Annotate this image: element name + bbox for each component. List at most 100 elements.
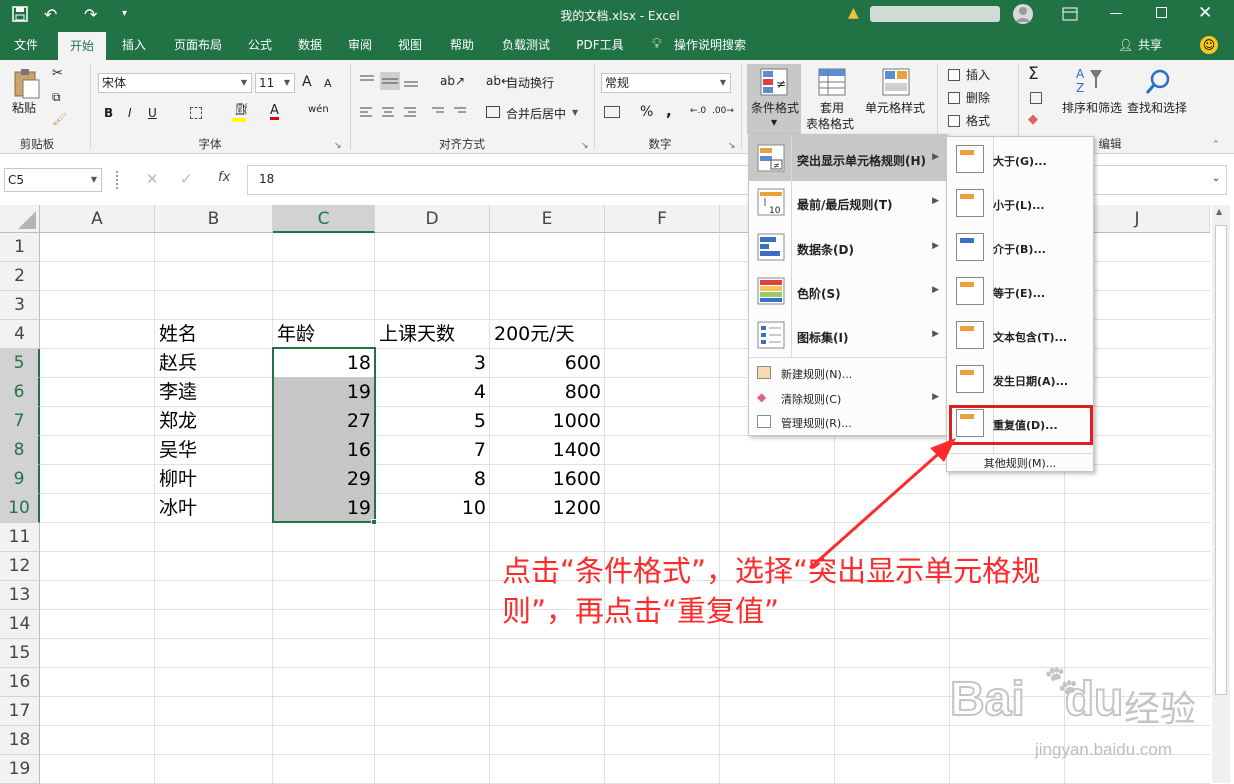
tab-page-layout[interactable]: 页面布局	[166, 30, 230, 60]
format-painter-icon[interactable]: 🖌︎	[52, 112, 67, 126]
autosum-icon[interactable]: Σ	[1028, 64, 1039, 84]
font-color-icon[interactable]: A	[270, 104, 279, 120]
cell-c5[interactable]: 18	[273, 349, 375, 378]
sort-filter-button[interactable]: 排序和筛选	[1062, 98, 1122, 118]
expand-formula-icon[interactable]: ⌄	[1212, 173, 1220, 184]
save-icon[interactable]	[12, 6, 28, 22]
fill-bucket-icon[interactable]: ⛽︎	[234, 102, 249, 116]
undo-icon[interactable]: ↶	[44, 5, 57, 24]
submenu-item-eq[interactable]: 等于(E)...	[947, 277, 1093, 307]
row-header-4[interactable]: 4	[0, 320, 40, 349]
orientation-icon[interactable]: ab↗	[440, 74, 465, 88]
find-select-button[interactable]: 查找和选择	[1127, 98, 1187, 118]
column-header-f[interactable]: F	[605, 205, 720, 233]
chevron-down-icon[interactable]: ▼	[87, 169, 101, 191]
row-header-17[interactable]: 17	[0, 697, 40, 726]
submenu-item-date[interactable]: 发生日期(A)...	[947, 365, 1093, 395]
wrap-text-button[interactable]: 自动换行	[506, 73, 554, 93]
grow-font-icon[interactable]: A	[302, 74, 312, 90]
row-header-6[interactable]: 6	[0, 378, 40, 407]
column-header-a[interactable]: A	[40, 205, 155, 233]
cell-d8[interactable]: 7	[375, 436, 490, 465]
submenu-item-lt[interactable]: 小于(L)...	[947, 189, 1093, 219]
tab-pdf-tools[interactable]: PDF工具	[570, 30, 630, 60]
collapse-ribbon-icon[interactable]: ⌃	[1212, 140, 1220, 150]
cell-b7[interactable]: 郑龙	[155, 407, 273, 436]
cell-e4[interactable]: 200元/天	[490, 320, 605, 349]
cell-d4[interactable]: 上课天数	[375, 320, 490, 349]
cell-c4[interactable]: 年龄	[273, 320, 375, 349]
menu-item-highlight-rules[interactable]: ≠ 突出显示单元格规则(H) ▶	[749, 144, 947, 174]
ribbon-display-icon[interactable]	[1062, 7, 1078, 21]
row-header-19[interactable]: 19	[0, 755, 40, 784]
cell-e10[interactable]: 1200	[490, 494, 605, 523]
cell-e7[interactable]: 1000	[490, 407, 605, 436]
menu-item-color-scales[interactable]: 色阶(S) ▶	[749, 277, 947, 307]
paste-icon[interactable]	[12, 68, 42, 100]
vertical-align-icons[interactable]	[358, 72, 438, 90]
row-header-3[interactable]: 3	[0, 291, 40, 320]
cell-d9[interactable]: 8	[375, 465, 490, 494]
warning-icon[interactable]: ▲	[848, 5, 859, 21]
column-header-e[interactable]: E	[490, 205, 605, 233]
submenu-item-between[interactable]: 介于(B)...	[947, 233, 1093, 263]
cell-e9[interactable]: 1600	[490, 465, 605, 494]
dialog-launcher-icon[interactable]: ↘	[334, 141, 342, 151]
horizontal-align-icons[interactable]	[358, 106, 468, 120]
table-format-label2[interactable]: 表格格式	[806, 114, 854, 134]
cell-styles-button[interactable]: 单元格样式	[865, 98, 925, 118]
shrink-font-icon[interactable]: A	[324, 77, 332, 90]
decrease-decimal-icon[interactable]: .00→	[712, 106, 734, 116]
column-header-b[interactable]: B	[155, 205, 273, 233]
currency-icon[interactable]	[604, 106, 620, 118]
copy-icon[interactable]: ⧉	[52, 90, 61, 105]
tab-insert[interactable]: 插入	[112, 30, 156, 60]
submenu-item-text[interactable]: 文本包含(T)...	[947, 321, 1093, 351]
menu-item-new-rule[interactable]: 新建规则(N)...	[749, 363, 947, 383]
row-header-12[interactable]: 12	[0, 552, 40, 581]
cell-d10[interactable]: 10	[375, 494, 490, 523]
font-size-combo[interactable]: 11 ▼	[255, 73, 295, 93]
cell-b9[interactable]: 柳叶	[155, 465, 273, 494]
tab-data[interactable]: 数据	[290, 30, 330, 60]
paste-button[interactable]: 粘贴	[12, 98, 36, 118]
row-header-13[interactable]: 13	[0, 581, 40, 610]
close-button[interactable]: ✕	[1198, 3, 1212, 23]
minimize-button[interactable]	[1110, 13, 1122, 14]
merge-center-button[interactable]: 合并后居中	[506, 104, 566, 124]
cell-b10[interactable]: 冰叶	[155, 494, 273, 523]
cell-c7[interactable]: 27	[273, 407, 375, 436]
fill-color-icon[interactable]	[232, 118, 246, 122]
cell-d7[interactable]: 5	[375, 407, 490, 436]
clear-icon[interactable]: ◆	[1028, 112, 1038, 127]
menu-item-icon-sets[interactable]: 图标集(I) ▶	[749, 321, 947, 351]
row-header-5[interactable]: 5	[0, 349, 40, 378]
submenu-item-gt[interactable]: 大于(G)...	[947, 145, 1093, 175]
fill-icon[interactable]	[1030, 92, 1042, 104]
row-header-1[interactable]: 1	[0, 233, 40, 262]
bold-button[interactable]: B	[104, 106, 113, 120]
row-header-18[interactable]: 18	[0, 726, 40, 755]
underline-button[interactable]: U	[148, 106, 157, 120]
format-cells-button[interactable]: 格式	[966, 111, 990, 131]
menu-item-top-bottom-rules[interactable]: 10 最前/最后规则(T) ▶	[749, 188, 947, 218]
dialog-launcher-icon[interactable]: ↘	[728, 141, 736, 151]
row-header-16[interactable]: 16	[0, 668, 40, 697]
cell-b8[interactable]: 吴华	[155, 436, 273, 465]
italic-button[interactable]: I	[128, 106, 132, 120]
tab-home[interactable]: 开始	[58, 32, 106, 60]
cell-b5[interactable]: 赵兵	[155, 349, 273, 378]
chevron-down-icon[interactable]: ▼	[716, 74, 730, 92]
select-all-corner[interactable]	[0, 205, 40, 233]
delete-cells-button[interactable]: 删除	[966, 88, 990, 108]
customize-qat-icon[interactable]: ▾	[122, 8, 127, 19]
tab-review[interactable]: 审阅	[340, 30, 380, 60]
dialog-launcher-icon[interactable]: ↘	[581, 141, 589, 151]
chevron-down-icon[interactable]: ▼	[237, 74, 251, 92]
scroll-thumb[interactable]	[1215, 225, 1227, 695]
row-header-7[interactable]: 7	[0, 407, 40, 436]
menu-item-clear-rules[interactable]: ◆ 清除规则(C) ▶	[749, 388, 947, 408]
smiley-icon[interactable]: ☺	[1200, 36, 1218, 54]
row-header-9[interactable]: 9	[0, 465, 40, 494]
cell-c6[interactable]: 19	[273, 378, 375, 407]
